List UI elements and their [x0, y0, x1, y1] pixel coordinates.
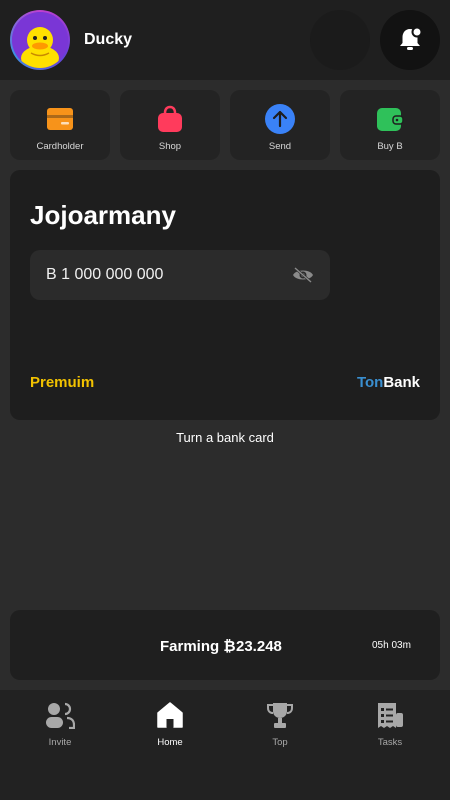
brand-part1: Ton	[356, 374, 384, 391]
farming-label: Farming ₿	[160, 638, 236, 655]
username: Ducky	[84, 31, 133, 48]
card-brand: TonBank	[357, 374, 420, 391]
hide-balance-eye-icon[interactable]	[292, 266, 314, 284]
balance-value: B 1 000 000 000	[46, 266, 164, 283]
top-header: Ducky	[0, 0, 450, 80]
trophy-icon	[267, 703, 293, 728]
invite-users-icon	[46, 702, 75, 729]
notifications-button[interactable]	[380, 10, 440, 70]
bell-notification-icon	[400, 26, 423, 50]
nav-invite[interactable]: Invite	[5, 700, 115, 760]
farming-panel[interactable]: Farming ₿ 23.248 05h 03m	[10, 610, 440, 680]
nav-tasks[interactable]: Tasks	[335, 700, 445, 760]
nav-tasks-label: Tasks	[377, 737, 403, 748]
home-icon	[157, 702, 183, 728]
balance-box: B 1 000 000 000	[30, 250, 330, 300]
turn-card-button[interactable]: Turn a bank card	[0, 430, 450, 445]
cardholder-label: Cardholder	[36, 141, 84, 152]
quick-actions: Cardholder Shop Send Buy B	[10, 90, 440, 160]
tasks-list-icon	[378, 703, 403, 728]
buy-button[interactable]: Buy B	[340, 90, 440, 160]
send-arrow-up-icon	[265, 104, 295, 134]
card-tier: Premuim	[30, 374, 95, 391]
card-holder-name: Jojoarmany	[30, 200, 176, 230]
nav-invite-label: Invite	[48, 737, 72, 748]
cardholder-button[interactable]: Cardholder	[10, 90, 110, 160]
buy-label: Buy B	[377, 141, 403, 152]
shop-label: Shop	[158, 141, 182, 152]
avatar[interactable]	[10, 10, 70, 70]
nav-home-label: Home	[157, 737, 183, 748]
shop-button[interactable]: Shop	[120, 90, 220, 160]
shop-bag-icon	[158, 105, 182, 132]
brand-part2: Bank	[383, 374, 420, 391]
farming-time-left: 05h 03m	[372, 640, 411, 651]
nav-top-label: Top	[272, 737, 288, 748]
send-label: Send	[268, 141, 292, 152]
duck-avatar-icon	[12, 12, 68, 68]
farming-value: 23.248	[236, 638, 282, 655]
send-button[interactable]: Send	[230, 90, 330, 160]
bank-card[interactable]: Jojoarmany B 1 000 000 000 Premuim TonBa…	[10, 170, 440, 420]
cardholder-icon	[47, 108, 73, 130]
wallet-icon	[377, 108, 404, 131]
header-action-button[interactable]	[310, 10, 370, 70]
bottom-navigation: Invite Home Top Tasks	[0, 690, 450, 800]
nav-top[interactable]: Top	[225, 700, 335, 760]
nav-home[interactable]: Home	[115, 700, 225, 760]
